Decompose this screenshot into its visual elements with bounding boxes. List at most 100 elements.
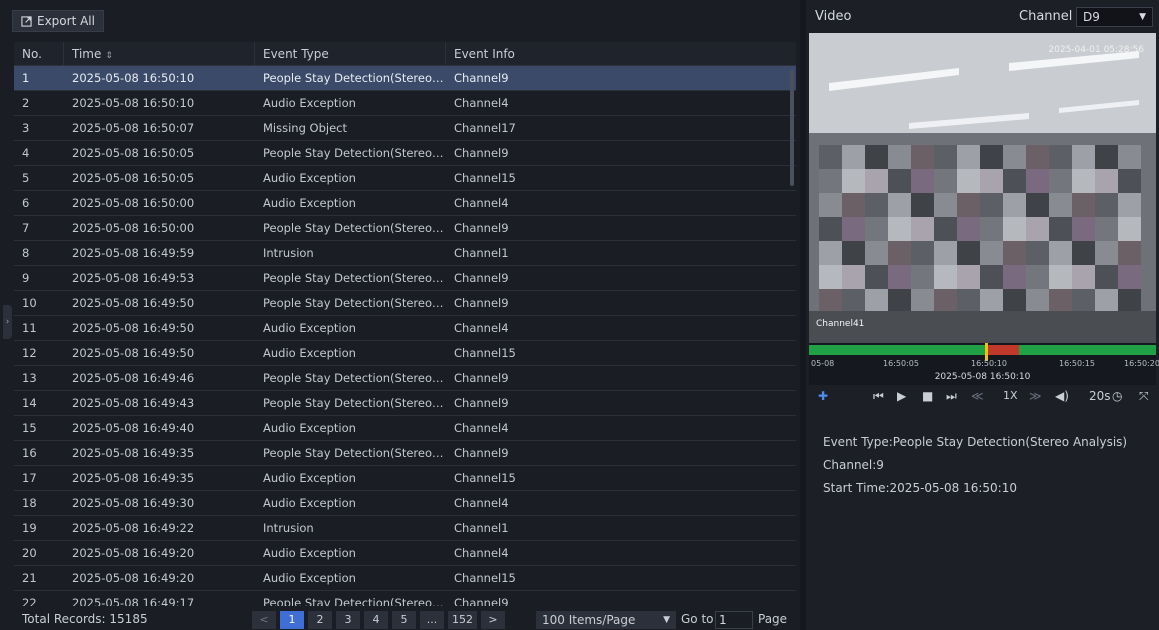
table-row[interactable]: 20 2025-05-08 16:49:20 Audio Exception Chan… bbox=[14, 541, 796, 566]
mosaic-block bbox=[842, 289, 865, 313]
cell-event-info: Channel9 bbox=[454, 596, 509, 606]
cell-time: 2025-05-08 16:49:50 bbox=[72, 346, 195, 360]
speed-value: 1X bbox=[1003, 389, 1018, 402]
stop-icon[interactable]: ■ bbox=[922, 389, 933, 403]
cell-time: 2025-05-08 16:49:30 bbox=[72, 496, 195, 510]
cell-event-info: Channel15 bbox=[454, 346, 516, 360]
clip-icon[interactable]: ✚ bbox=[818, 389, 828, 403]
mosaic-block bbox=[842, 145, 865, 169]
column-header-time-label: Time bbox=[72, 46, 102, 61]
mosaic-block bbox=[957, 241, 980, 265]
goto-page-input[interactable] bbox=[715, 611, 753, 629]
mosaic-block bbox=[1003, 145, 1026, 169]
clock-icon[interactable]: ◷ bbox=[1112, 389, 1122, 403]
mosaic-block bbox=[1118, 265, 1141, 289]
mosaic-block bbox=[842, 193, 865, 217]
mosaic-block bbox=[957, 289, 980, 313]
mosaic-block bbox=[1072, 169, 1095, 193]
table-scrollbar[interactable] bbox=[790, 70, 794, 186]
channel-select[interactable]: D9 ▼ bbox=[1076, 7, 1153, 27]
mosaic-block bbox=[865, 193, 888, 217]
mosaic-block bbox=[819, 241, 842, 265]
fullscreen-icon[interactable]: ⤧ bbox=[1139, 389, 1149, 404]
table-row[interactable]: 16 2025-05-08 16:49:35 People Stay Detecti… bbox=[14, 441, 796, 466]
cell-event-info: Channel4 bbox=[454, 546, 509, 560]
table-row[interactable]: 15 2025-05-08 16:49:40 Audio Exception Chan… bbox=[14, 416, 796, 441]
page-button[interactable]: ... bbox=[420, 611, 444, 629]
table-row[interactable]: 17 2025-05-08 16:49:35 Audio Exception Chan… bbox=[14, 466, 796, 491]
table-row[interactable]: 22 2025-05-08 16:49:17 People Stay Detecti… bbox=[14, 591, 796, 606]
next-page-button[interactable]: > bbox=[481, 611, 505, 629]
next-icon[interactable]: ⏭ bbox=[946, 389, 957, 404]
table-row[interactable]: 12 2025-05-08 16:49:50 Audio Exception Chan… bbox=[14, 341, 796, 366]
column-header-time[interactable]: Time ⇕ bbox=[64, 42, 255, 66]
previous-icon[interactable]: ⏮ bbox=[873, 389, 884, 404]
video-channel-overlay: Channel41 bbox=[816, 319, 865, 329]
mosaic-block bbox=[1003, 193, 1026, 217]
mosaic-block bbox=[865, 265, 888, 289]
table-row[interactable]: 5 2025-05-08 16:50:05 Audio Exception Chann… bbox=[14, 166, 796, 191]
video-player[interactable]: 2025-04-01 05:28:56 Channel41 bbox=[809, 33, 1156, 343]
table-row[interactable]: 3 2025-05-08 16:50:07 Missing Object Channe… bbox=[14, 116, 796, 141]
fast-forward-icon[interactable]: ≫ bbox=[1029, 389, 1042, 403]
page-button[interactable]: 1 bbox=[280, 611, 304, 629]
cell-no: 16 bbox=[22, 446, 37, 460]
video-title: Video bbox=[815, 9, 852, 24]
playback-timeline[interactable]: 05-08 16:50:05 16:50:10 16:50:15 16:50:2… bbox=[809, 343, 1159, 385]
table-row[interactable]: 7 2025-05-08 16:50:00 People Stay Detectio… bbox=[14, 216, 796, 241]
page-button[interactable]: 152 bbox=[448, 611, 477, 629]
play-icon[interactable]: ▶ bbox=[897, 389, 906, 403]
cell-event-type: People Stay Detection(Stereo A... bbox=[263, 446, 446, 460]
slow-down-icon[interactable]: ≪ bbox=[971, 389, 984, 403]
collapse-handle[interactable]: › bbox=[3, 305, 12, 339]
mosaic-block bbox=[1072, 217, 1095, 241]
page-button[interactable]: 2 bbox=[308, 611, 332, 629]
mosaic-block bbox=[1095, 193, 1118, 217]
cell-event-info: Channel9 bbox=[454, 396, 509, 410]
table-row[interactable]: 11 2025-05-08 16:49:50 Audio Exception Chan… bbox=[14, 316, 796, 341]
table-row[interactable]: 8 2025-05-08 16:49:59 Intrusion Channel1 bbox=[14, 241, 796, 266]
page-button[interactable]: 3 bbox=[336, 611, 360, 629]
mosaic-block bbox=[1072, 193, 1095, 217]
cell-no: 14 bbox=[22, 396, 37, 410]
table-row[interactable]: 18 2025-05-08 16:49:30 Audio Exception Chan… bbox=[14, 491, 796, 516]
table-row[interactable]: 6 2025-05-08 16:50:00 Audio Exception Chann… bbox=[14, 191, 796, 216]
cell-event-type: Missing Object bbox=[263, 121, 347, 135]
export-all-button[interactable]: Export All bbox=[12, 10, 104, 32]
column-header-event-type: Event Type bbox=[255, 42, 446, 66]
video-panel: Video Channel D9 ▼ 2025-04-01 05:28:56 C… bbox=[806, 0, 1159, 630]
cell-no: 3 bbox=[22, 121, 30, 135]
video-frame bbox=[809, 33, 1156, 343]
table-row[interactable]: 13 2025-05-08 16:49:46 People Stay Detecti… bbox=[14, 366, 796, 391]
table-row[interactable]: 21 2025-05-08 16:49:20 Audio Exception Chan… bbox=[14, 566, 796, 591]
event-details: Event Type:People Stay Detection(Stereo … bbox=[823, 431, 1127, 500]
prev-page-button[interactable]: < bbox=[252, 611, 276, 629]
table-row[interactable]: 2 2025-05-08 16:50:10 Audio Exception Chann… bbox=[14, 91, 796, 116]
table-row[interactable]: 9 2025-05-08 16:49:53 People Stay Detectio… bbox=[14, 266, 796, 291]
table-header: No. Time ⇕ Event Type Event Info bbox=[14, 42, 796, 66]
cell-event-info: Channel9 bbox=[454, 221, 509, 235]
page-button[interactable]: 5 bbox=[392, 611, 416, 629]
toolbar: Export All bbox=[12, 10, 104, 32]
mosaic-block bbox=[1095, 241, 1118, 265]
cell-no: 15 bbox=[22, 421, 37, 435]
cell-no: 11 bbox=[22, 321, 37, 335]
mosaic-block bbox=[957, 145, 980, 169]
items-per-page-select[interactable]: 100 Items/Page ▼ bbox=[536, 611, 676, 629]
table-row[interactable]: 19 2025-05-08 16:49:22 Intrusion Channel1 bbox=[14, 516, 796, 541]
table-row[interactable]: 1 2025-05-08 16:50:10 People Stay Detectio… bbox=[14, 66, 796, 91]
table-row[interactable]: 4 2025-05-08 16:50:05 People Stay Detectio… bbox=[14, 141, 796, 166]
page-button[interactable]: 4 bbox=[364, 611, 388, 629]
timeline-tick: 16:50:15 bbox=[1059, 359, 1095, 368]
mosaic-block bbox=[911, 193, 934, 217]
video-timestamp: 2025-04-01 05:28:56 bbox=[1048, 45, 1144, 55]
cell-event-info: Channel4 bbox=[454, 421, 509, 435]
cell-time: 2025-05-08 16:49:53 bbox=[72, 271, 195, 285]
mosaic-block bbox=[888, 241, 911, 265]
table-row[interactable]: 10 2025-05-08 16:49:50 People Stay Detecti… bbox=[14, 291, 796, 316]
table-row[interactable]: 14 2025-05-08 16:49:43 People Stay Detecti… bbox=[14, 391, 796, 416]
volume-icon[interactable]: ◀) bbox=[1055, 389, 1069, 403]
interval-value[interactable]: 20s bbox=[1089, 389, 1111, 403]
sort-icon[interactable]: ⇕ bbox=[105, 51, 113, 61]
mosaic-block bbox=[957, 193, 980, 217]
